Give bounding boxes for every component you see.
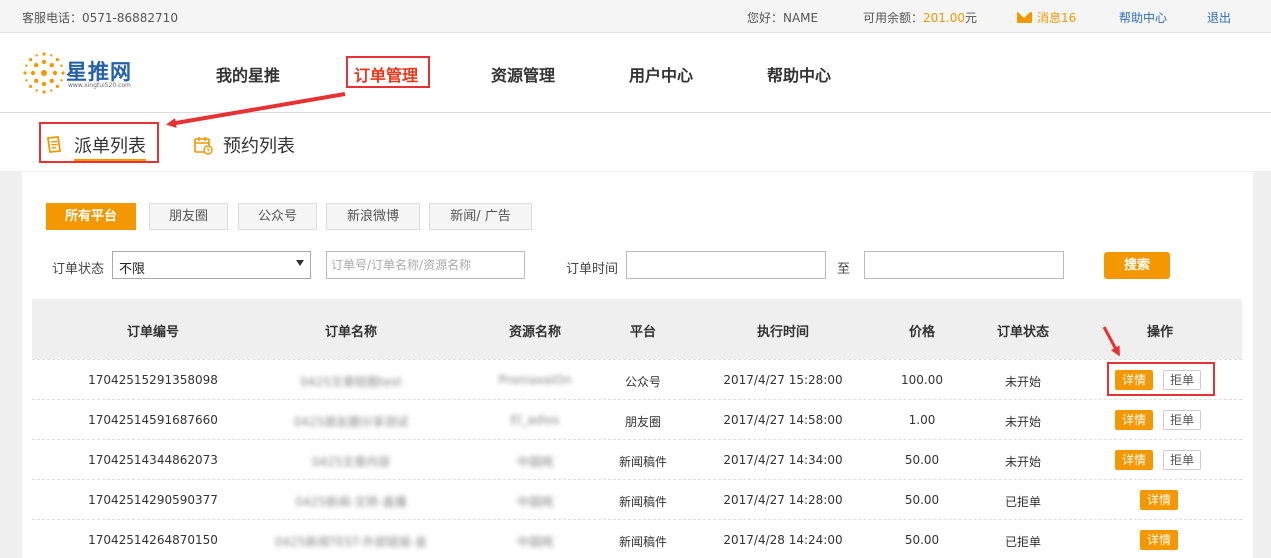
platform-weibo-button[interactable]: 新浪微博 bbox=[326, 203, 420, 230]
cell-exec-time: 2017/4/27 14:34:00 bbox=[723, 453, 843, 467]
cell-order-name: 0425朋友圈分享测试 bbox=[293, 415, 409, 429]
cell-order-id: 17042515291358098 bbox=[88, 373, 218, 387]
end-date-input[interactable] bbox=[864, 251, 1064, 279]
table-header: 订单编号 订单名称 资源名称 平台 执行时间 价格 订单状态 操作 bbox=[32, 299, 1242, 359]
platform-moments-button[interactable]: 朋友圈 bbox=[149, 203, 228, 230]
help-link[interactable]: 帮助中心 bbox=[1119, 9, 1167, 26]
sun-logo-icon bbox=[23, 52, 65, 94]
detail-button[interactable]: 详情 bbox=[1140, 490, 1179, 510]
header-actions: 操作 bbox=[1146, 325, 1174, 340]
tab-reservation-list-label: 预约列表 bbox=[223, 136, 295, 157]
nav-resource-management[interactable]: 资源管理 bbox=[491, 62, 555, 86]
messages-label: 消息 bbox=[1037, 11, 1062, 25]
site-logo[interactable]: 星推网 www.xingtui520.com bbox=[22, 51, 152, 95]
balance-unit: 元 bbox=[965, 11, 978, 25]
main-header: 星推网 www.xingtui520.com 我的星推 订单管理 资源管理 用户… bbox=[0, 33, 1271, 113]
logout-link[interactable]: 退出 bbox=[1207, 9, 1231, 26]
cell-order-status: 未开始 bbox=[1004, 375, 1042, 389]
cell-resource-name: 中国网 bbox=[516, 455, 554, 469]
greeting-text: 您好：NAME bbox=[747, 11, 819, 25]
cell-resource-name: 中国网 bbox=[516, 535, 554, 549]
messages-count: 16 bbox=[1061, 11, 1077, 25]
cell-exec-time: 2017/4/27 15:28:00 bbox=[723, 373, 843, 387]
highlight-order-management bbox=[346, 56, 430, 88]
cell-platform: 新闻稿件 bbox=[618, 495, 668, 509]
cell-order-status: 未开始 bbox=[1004, 415, 1042, 429]
keyword-input[interactable] bbox=[326, 251, 525, 279]
table-row: 17042515291358098 0425文章轻图test PromaxaiOn 公… bbox=[32, 359, 1242, 399]
cell-price: 50.00 bbox=[904, 453, 940, 467]
cell-order-status: 已拒单 bbox=[1004, 495, 1042, 509]
status-select[interactable]: 不限 bbox=[112, 251, 311, 279]
table-row: 17042514290590377 0425新闻-文转-直播 中国网 新闻稿件 2017… bbox=[32, 479, 1242, 519]
balance-display: 可用余额：201.00元 bbox=[863, 9, 977, 26]
cell-platform: 新闻稿件 bbox=[618, 535, 668, 549]
cell-order-name: 0425新闻TEST-外部链接-金 bbox=[275, 535, 427, 549]
platform-all-button[interactable]: 所有平台 bbox=[46, 203, 136, 230]
start-date-input[interactable] bbox=[626, 251, 826, 279]
header-price: 价格 bbox=[908, 325, 936, 340]
header-order-id: 订单编号 bbox=[126, 325, 180, 340]
cell-platform: 朋友圈 bbox=[624, 415, 662, 429]
nav-help-center[interactable]: 帮助中心 bbox=[767, 62, 831, 86]
cell-order-id: 17042514264870150 bbox=[88, 533, 218, 547]
status-filter-label: 订单状态 bbox=[52, 262, 105, 277]
cell-resource-name: 中国网 bbox=[516, 495, 554, 509]
date-range-separator: 至 bbox=[837, 262, 851, 277]
cell-price: 50.00 bbox=[904, 533, 940, 547]
cell-resource-name: PromaxaiOn bbox=[498, 373, 572, 387]
cell-order-id: 17042514591687660 bbox=[88, 413, 218, 427]
cell-resource-name: El_adios bbox=[510, 413, 560, 427]
cell-price: 1.00 bbox=[908, 413, 936, 427]
detail-button[interactable]: 详情 bbox=[1115, 450, 1154, 470]
cell-exec-time: 2017/4/27 14:58:00 bbox=[723, 413, 843, 427]
header-platform: 平台 bbox=[629, 325, 657, 340]
dropdown-arrow-icon bbox=[296, 260, 304, 266]
cell-price: 50.00 bbox=[904, 493, 940, 507]
cell-order-name: 0425新闻-文转-直播 bbox=[295, 495, 407, 509]
nav-user-center[interactable]: 用户中心 bbox=[629, 62, 693, 86]
detail-button[interactable]: 详情 bbox=[1115, 410, 1154, 430]
table-row: 17042514344862073 0425文章内容 中国网 新闻稿件 2017/4/2… bbox=[32, 439, 1242, 479]
header-order-name: 订单名称 bbox=[324, 325, 378, 340]
detail-button[interactable]: 详情 bbox=[1140, 530, 1179, 550]
platform-news-ad-button[interactable]: 新闻/ 广告 bbox=[429, 203, 532, 230]
cell-exec-time: 2017/4/28 14:24:00 bbox=[723, 533, 843, 547]
cell-order-status: 已拒单 bbox=[1004, 535, 1042, 549]
cell-order-name: 0425文章轻图test bbox=[300, 375, 402, 389]
cell-platform: 公众号 bbox=[624, 375, 662, 389]
cell-exec-time: 2017/4/27 14:28:00 bbox=[723, 493, 843, 507]
cell-order-id: 17042514290590377 bbox=[88, 493, 218, 507]
table-row: 17042514264870150 0425新闻TEST-外部链接-金 中国网 新闻稿… bbox=[32, 519, 1242, 558]
highlight-dispatch-tab bbox=[39, 122, 159, 163]
top-bar: 客服电话：0571-86882710 您好：NAME 可用余额：201.00元 … bbox=[0, 0, 1271, 33]
cell-order-id: 17042514344862073 bbox=[88, 453, 218, 467]
reject-button[interactable]: 拒单 bbox=[1163, 450, 1202, 470]
platform-official-account-button[interactable]: 公众号 bbox=[238, 203, 317, 230]
cell-platform: 新闻稿件 bbox=[618, 455, 668, 469]
search-button[interactable]: 搜索 bbox=[1104, 252, 1170, 279]
balance-label: 可用余额： bbox=[863, 11, 924, 25]
reject-button[interactable]: 拒单 bbox=[1163, 410, 1202, 430]
messages-link[interactable]: 消息16 bbox=[1017, 9, 1076, 26]
tab-reservation-list[interactable]: 预约列表 bbox=[193, 132, 295, 158]
nav-my-xingtui[interactable]: 我的星推 bbox=[216, 62, 280, 86]
hotline-text: 客服电话：0571-86882710 bbox=[22, 11, 178, 25]
header-order-status: 订单状态 bbox=[996, 325, 1050, 340]
balance-value: 201.00 bbox=[923, 11, 966, 25]
header-resource-name: 资源名称 bbox=[508, 325, 562, 340]
header-exec-time: 执行时间 bbox=[756, 325, 810, 340]
cell-order-name: 0425文章内容 bbox=[311, 455, 391, 469]
time-filter-label: 订单时间 bbox=[566, 262, 619, 277]
calendar-icon bbox=[194, 137, 213, 155]
cell-price: 100.00 bbox=[901, 373, 943, 387]
table-row: 17042514591687660 0425朋友圈分享测试 El_adios 朋友圈 2… bbox=[32, 399, 1242, 439]
logo-url: www.xingtui520.com bbox=[68, 82, 131, 89]
cell-order-status: 未开始 bbox=[1004, 455, 1042, 469]
status-select-value: 不限 bbox=[119, 262, 146, 277]
mail-icon bbox=[1017, 12, 1032, 23]
highlight-row-actions bbox=[1107, 362, 1215, 396]
sub-tabs: 派单列表 预约列表 bbox=[0, 113, 1271, 171]
order-panel: 所有平台 朋友圈 公众号 新浪微博 新闻/ 广告 订单状态 不限 订单时间 至 … bbox=[22, 172, 1253, 558]
